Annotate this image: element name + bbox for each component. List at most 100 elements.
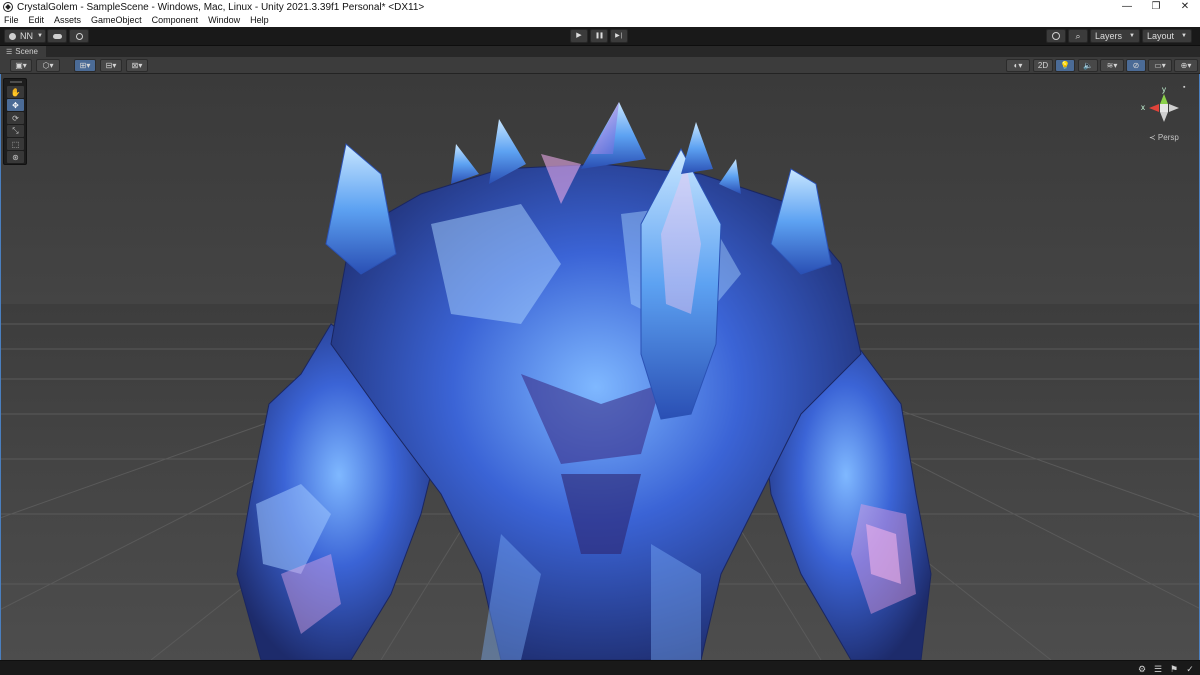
- drag-handle[interactable]: [10, 81, 22, 83]
- gizmos-icon: ⊕▾: [1180, 61, 1192, 70]
- collab-icon: [75, 32, 83, 40]
- transform-tool-button[interactable]: ⊛: [7, 151, 24, 163]
- menu-component[interactable]: Component: [147, 14, 204, 27]
- menu-window[interactable]: Window: [203, 14, 245, 27]
- progress-icon[interactable]: ⚙: [1137, 664, 1147, 674]
- menu-bar: File Edit Assets GameObject Component Wi…: [0, 14, 1200, 27]
- gizmo-x-axis-icon[interactable]: [1149, 104, 1159, 112]
- menu-assets[interactable]: Assets: [49, 14, 86, 27]
- restore-icon[interactable]: ❐: [1141, 0, 1171, 14]
- hand-icon: ✋: [10, 87, 21, 97]
- projection-label[interactable]: ≺ Persp: [1149, 133, 1179, 142]
- menu-edit[interactable]: Edit: [24, 14, 50, 27]
- rect-tool-button[interactable]: ⬚: [7, 138, 24, 150]
- lighting-toggle-button[interactable]: 💡: [1055, 59, 1075, 72]
- menu-gameobject[interactable]: GameObject: [86, 14, 147, 27]
- audio-toggle-button[interactable]: 🔈: [1078, 59, 1098, 72]
- pause-button[interactable]: ❚❚: [590, 29, 608, 43]
- camera-icon: ▭▾: [1154, 61, 1166, 70]
- play-icon: ▶: [576, 32, 582, 39]
- gizmo-x-label: x: [1141, 103, 1145, 112]
- rect-icon: ⬚: [11, 139, 20, 149]
- account-label: NN: [20, 31, 33, 41]
- lightbulb-icon: 💡: [1060, 61, 1070, 70]
- debug-mode-icon[interactable]: ⚑: [1169, 664, 1179, 674]
- pause-icon: ❚❚: [594, 33, 604, 39]
- camera-settings-dropdown[interactable]: ▭▾: [1148, 59, 1172, 72]
- move-tool-button[interactable]: ✥: [7, 99, 24, 111]
- rotate-tool-button[interactable]: ⟳: [7, 112, 24, 124]
- window-title: CrystalGolem - SampleScene - Windows, Ma…: [17, 1, 425, 13]
- gizmos-dropdown[interactable]: ⊕▾: [1174, 59, 1198, 72]
- gizmo-center-cube-icon[interactable]: [1160, 104, 1168, 112]
- minimize-icon[interactable]: —: [1112, 0, 1142, 14]
- history-icon: [1052, 32, 1060, 40]
- scale-icon: ⤡: [12, 126, 19, 135]
- gizmo-y-label: y: [1162, 85, 1166, 94]
- transform-icon: ⊛: [12, 152, 19, 162]
- increment-snap-dropdown[interactable]: ⊟▾: [100, 59, 122, 72]
- speaker-icon: 🔈: [1083, 61, 1093, 70]
- rotate-icon: ⟳: [12, 113, 19, 123]
- toggle-2d-button[interactable]: 2D: [1033, 59, 1053, 72]
- cloud-button[interactable]: [47, 29, 67, 43]
- history-button[interactable]: [1046, 29, 1066, 43]
- scene-toolbar: ▣▾ ⬡▾ ⊞▾ ⊟▾ ⊠▾ ◐▾ 2D 💡 🔈 ≋▾ ⊘ ▭▾ ⊕▾: [0, 57, 1200, 74]
- orientation-gizmo[interactable]: y x: [1139, 84, 1189, 139]
- eye-off-icon: ⊘: [1132, 61, 1140, 70]
- align-dropdown[interactable]: ⊠▾: [126, 59, 148, 72]
- camera-mode-dropdown[interactable]: ◐▾: [1006, 59, 1030, 72]
- align-icon: ⊠▾: [131, 61, 143, 70]
- collab-button[interactable]: [69, 29, 89, 43]
- tab-bar: ☰ Scene: [0, 46, 1200, 57]
- main-toolbar: NN ▼ ▶ ❚❚ ▶❘ ⌕ Layers ▼ Layout ▼: [0, 27, 1200, 46]
- effects-dropdown[interactable]: ≋▾: [1100, 59, 1124, 72]
- step-button[interactable]: ▶❘: [610, 29, 628, 43]
- draw-mode-dropdown[interactable]: ▣▾: [10, 59, 32, 72]
- lock-icon[interactable]: ▪: [1183, 84, 1185, 91]
- tab-scene[interactable]: ☰ Scene: [0, 46, 46, 57]
- hand-tool-button[interactable]: ✋: [7, 86, 24, 98]
- title-bar: CrystalGolem - SampleScene - Windows, Ma…: [0, 0, 1200, 14]
- hamburger-icon: ☰: [6, 49, 13, 56]
- unity-logo-icon: [3, 2, 13, 12]
- chevron-down-icon: ▼: [37, 33, 43, 39]
- tool-palette: ✋ ✥ ⟳ ⤡ ⬚ ⊛: [3, 78, 27, 165]
- move-icon: ✥: [12, 100, 19, 110]
- hidden-objects-toggle[interactable]: ⊘: [1126, 59, 1146, 72]
- scene-render: [1, 102, 1199, 660]
- cloud-icon: [52, 33, 62, 39]
- account-icon: [9, 32, 16, 40]
- chevron-down-icon: ▼: [1129, 33, 1135, 39]
- close-icon[interactable]: ✕: [1170, 0, 1200, 14]
- search-button[interactable]: ⌕: [1068, 29, 1088, 43]
- menu-help[interactable]: Help: [245, 14, 274, 27]
- status-bar: ⚙ ☰ ⚑ ✓: [0, 660, 1200, 675]
- layout-dropdown[interactable]: Layout ▼: [1142, 29, 1192, 43]
- layers-dropdown[interactable]: Layers ▼: [1090, 29, 1140, 43]
- cache-server-icon[interactable]: ☰: [1153, 664, 1163, 674]
- cube-icon: ⬡▾: [42, 61, 54, 70]
- camera-orbit-icon: ◐▾: [1013, 61, 1023, 70]
- tab-scene-label: Scene: [15, 47, 38, 56]
- search-icon: ⌕: [1075, 31, 1081, 41]
- scale-tool-button[interactable]: ⤡: [7, 125, 24, 137]
- render-mode-dropdown[interactable]: ⬡▾: [36, 59, 60, 72]
- snap-icon: ⊟▾: [105, 61, 117, 70]
- account-dropdown[interactable]: NN ▼: [4, 29, 46, 43]
- grid-icon: ⊞▾: [79, 61, 91, 70]
- gizmo-y-axis-icon[interactable]: [1160, 94, 1168, 104]
- step-icon: ▶❘: [615, 33, 624, 39]
- grid-snap-dropdown[interactable]: ⊞▾: [74, 59, 96, 72]
- chevron-down-icon: ▼: [1181, 33, 1187, 39]
- toggle-2d-label: 2D: [1037, 61, 1049, 70]
- scene-viewport[interactable]: y x ≺ Persp ▪: [0, 74, 1200, 660]
- menu-file[interactable]: File: [0, 14, 24, 27]
- gizmo-neg-y-axis-icon[interactable]: [1160, 112, 1168, 122]
- layout-label: Layout: [1147, 31, 1175, 41]
- gizmo-neg-x-axis-icon[interactable]: [1169, 104, 1179, 112]
- status-check-icon[interactable]: ✓: [1185, 664, 1195, 674]
- play-button[interactable]: ▶: [570, 29, 588, 43]
- layers-label: Layers: [1095, 31, 1123, 41]
- effects-icon: ≋▾: [1106, 61, 1118, 70]
